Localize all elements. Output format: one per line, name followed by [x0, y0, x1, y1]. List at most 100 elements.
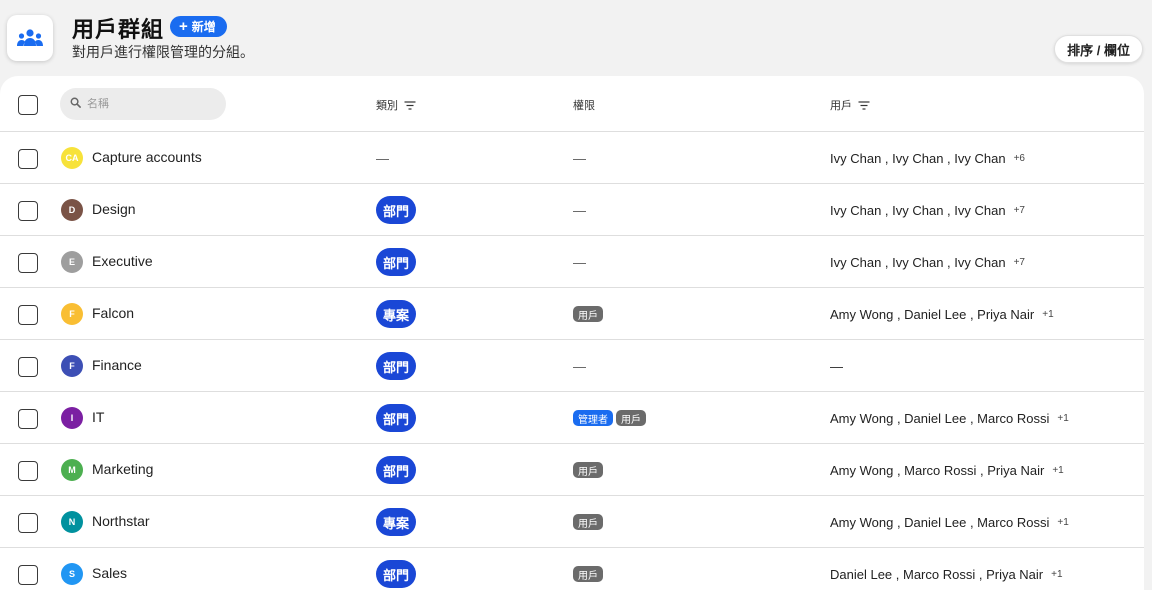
type-badge: 部門	[376, 352, 417, 380]
column-header-permissions: 權限	[573, 97, 595, 113]
type-cell: 部門	[376, 548, 417, 590]
users-list: Amy Wong , Daniel Lee , Marco Rossi	[830, 514, 1050, 530]
permissions-cell: —	[573, 340, 586, 392]
group-avatar: S	[61, 563, 83, 585]
table-row[interactable]: F Finance 部門 — —	[0, 340, 1144, 392]
type-cell: 專案	[376, 288, 417, 340]
filter-icon[interactable]	[858, 100, 870, 110]
table-row[interactable]: F Falcon 專案 用戶 Amy Wong , Daniel Lee , Priya…	[0, 288, 1144, 340]
row-checkbox[interactable]	[18, 149, 38, 169]
permissions-cell: —	[573, 132, 586, 184]
type-badge: 部門	[376, 404, 417, 432]
add-group-button[interactable]: + 新增	[170, 16, 227, 37]
group-name[interactable]: Sales	[92, 565, 127, 581]
type-cell: —	[376, 132, 389, 184]
table-row[interactable]: M Marketing 部門 用戶 Amy Wong , Marco Rossi , P…	[0, 444, 1144, 496]
group-name[interactable]: Finance	[92, 357, 142, 373]
table-header: 類別 權限 用戶	[0, 76, 1144, 132]
users-list: Ivy Chan , Ivy Chan , Ivy Chan	[830, 150, 1006, 166]
row-checkbox[interactable]	[18, 461, 38, 481]
row-checkbox[interactable]	[18, 305, 38, 325]
type-badge: 專案	[376, 508, 417, 536]
permissions-empty: —	[573, 202, 586, 218]
group-avatar: E	[61, 251, 83, 273]
table-row[interactable]: I IT 部門 管理者 用戶 Amy Wong , Daniel Lee , Marco …	[0, 392, 1144, 444]
users-cell: —	[830, 340, 843, 392]
permissions-cell: 用戶	[573, 288, 606, 340]
add-button-label: 新增	[191, 20, 216, 34]
more-users-count: +1	[1051, 568, 1063, 580]
permissions-cell: 用戶	[573, 548, 606, 590]
group-avatar: D	[61, 199, 83, 221]
row-checkbox[interactable]	[18, 513, 38, 533]
type-cell: 部門	[376, 392, 417, 444]
search-icon	[70, 95, 81, 113]
permission-badge: 用戶	[616, 410, 646, 426]
row-checkbox[interactable]	[18, 253, 38, 273]
row-checkbox[interactable]	[18, 357, 38, 377]
more-users-count: +1	[1042, 308, 1054, 320]
group-name[interactable]: IT	[92, 409, 104, 425]
more-users-count: +7	[1013, 204, 1025, 216]
permission-badge: 用戶	[573, 566, 603, 582]
table-row[interactable]: S Sales 部門 用戶 Daniel Lee , Marco Rossi , Pri…	[0, 548, 1144, 590]
users-cell: Ivy Chan , Ivy Chan , Ivy Chan +7	[830, 184, 1025, 236]
type-cell: 部門	[376, 340, 417, 392]
permissions-cell: —	[573, 236, 586, 288]
group-name[interactable]: Design	[92, 201, 136, 217]
permission-badge: 管理者	[573, 410, 613, 426]
sort-columns-button[interactable]: 排序 / 欄位	[1054, 35, 1143, 63]
page-header: 用戶群組 + 新增 對用戶進行權限管理的分組。 排序 / 欄位	[0, 0, 1152, 76]
permission-badge: 用戶	[573, 462, 603, 478]
more-users-count: +6	[1013, 152, 1025, 164]
users-list: Amy Wong , Daniel Lee , Marco Rossi	[830, 410, 1050, 426]
select-all-checkbox[interactable]	[18, 95, 38, 115]
table-row[interactable]: E Executive 部門 — Ivy Chan , Ivy Chan , Ivy C…	[0, 236, 1144, 288]
column-header-permissions-label: 權限	[573, 100, 595, 112]
row-checkbox[interactable]	[18, 409, 38, 429]
users-cell: Amy Wong , Marco Rossi , Priya Nair +1	[830, 444, 1064, 496]
table-row[interactable]: N Northstar 專案 用戶 Amy Wong , Daniel Lee , Ma…	[0, 496, 1144, 548]
group-name[interactable]: Executive	[92, 253, 153, 269]
group-name[interactable]: Northstar	[92, 513, 150, 529]
row-checkbox[interactable]	[18, 565, 38, 585]
search-input[interactable]	[87, 98, 217, 110]
column-header-users-label: 用戶	[830, 100, 852, 112]
permissions-cell: 用戶	[573, 496, 606, 548]
group-avatar: I	[61, 407, 83, 429]
filter-icon[interactable]	[404, 100, 416, 110]
type-cell: 專案	[376, 496, 417, 548]
users-list: Ivy Chan , Ivy Chan , Ivy Chan	[830, 202, 1006, 218]
users-list: Ivy Chan , Ivy Chan , Ivy Chan	[830, 254, 1006, 270]
users-cell: Amy Wong , Daniel Lee , Marco Rossi +1	[830, 496, 1069, 548]
group-name[interactable]: Capture accounts	[92, 149, 202, 165]
permissions-cell: 用戶	[573, 444, 606, 496]
type-empty: —	[376, 150, 389, 166]
type-badge: 部門	[376, 196, 417, 224]
group-name[interactable]: Falcon	[92, 305, 134, 321]
group-avatar: CA	[61, 147, 83, 169]
permissions-cell: —	[573, 184, 586, 236]
column-header-type-label: 類別	[376, 100, 398, 112]
users-cell: Ivy Chan , Ivy Chan , Ivy Chan +6	[830, 132, 1025, 184]
users-cell: Amy Wong , Daniel Lee , Priya Nair +1	[830, 288, 1054, 340]
permissions-empty: —	[573, 150, 586, 166]
page-subtitle: 對用戶進行權限管理的分組。	[72, 44, 254, 60]
groups-table: 類別 權限 用戶 CA Capture accounts —	[0, 76, 1144, 590]
group-icon	[7, 15, 53, 61]
users-list: —	[830, 358, 843, 374]
users-list: Daniel Lee , Marco Rossi , Priya Nair	[830, 566, 1044, 582]
row-checkbox[interactable]	[18, 201, 38, 221]
type-cell: 部門	[376, 236, 417, 288]
type-badge: 專案	[376, 300, 417, 328]
group-avatar: M	[61, 459, 83, 481]
group-name[interactable]: Marketing	[92, 461, 153, 477]
more-users-count: +7	[1013, 256, 1025, 268]
group-avatar: N	[61, 511, 83, 533]
users-list: Amy Wong , Marco Rossi , Priya Nair	[830, 462, 1045, 478]
table-row[interactable]: CA Capture accounts — — Ivy Chan , Ivy Chan …	[0, 132, 1144, 184]
type-badge: 部門	[376, 456, 417, 484]
type-badge: 部門	[376, 248, 417, 276]
column-header-users: 用戶	[830, 97, 870, 113]
table-row[interactable]: D Design 部門 — Ivy Chan , Ivy Chan , Ivy Chan…	[0, 184, 1144, 236]
